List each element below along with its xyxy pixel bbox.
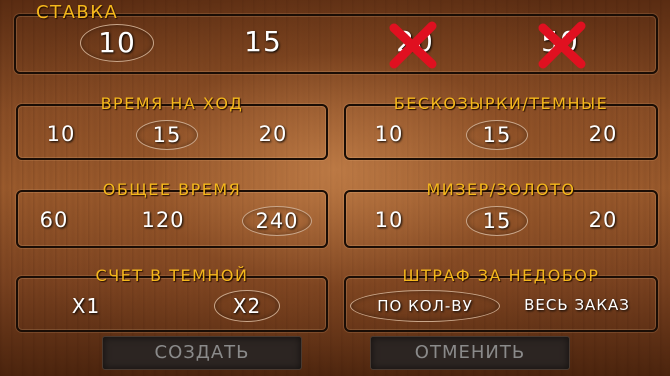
dark-score-option-x2[interactable]: X2 — [214, 290, 280, 322]
total-time-option-60[interactable]: 60 — [28, 206, 80, 234]
cancel-button[interactable]: ОТМЕНИТЬ — [370, 336, 570, 370]
total-time-option-240[interactable]: 240 — [242, 206, 312, 236]
disabled-cross-icon — [538, 21, 586, 69]
create-button[interactable]: СОЗДАТЬ — [102, 336, 302, 370]
move-time-title: ВРЕМЯ НА ХОД — [100, 94, 244, 113]
move-time-option-15[interactable]: 15 — [136, 120, 198, 150]
stake-title: СТАВКА — [36, 2, 119, 23]
dark-score-option-x1[interactable]: X1 — [58, 292, 114, 320]
misere-gold-option-20[interactable]: 20 — [578, 206, 628, 234]
total-time-title: ОБЩЕЕ ВРЕМЯ — [102, 180, 242, 199]
dark-score-title: СЧЕТ В ТЕМНОЙ — [95, 266, 249, 285]
move-time-option-10[interactable]: 10 — [36, 120, 86, 148]
misere-gold-option-15[interactable]: 15 — [466, 206, 528, 236]
no-trump-dark-option-20[interactable]: 20 — [578, 120, 628, 148]
move-time-option-20[interactable]: 20 — [248, 120, 298, 148]
no-trump-dark-title: БЕСКОЗЫРКИ/ТЕМНЫЕ — [393, 94, 609, 113]
penalty-option-by-count[interactable]: ПО КОЛ-ВУ — [350, 290, 500, 322]
stake-option-10[interactable]: 10 — [80, 24, 154, 62]
total-time-option-120[interactable]: 120 — [128, 206, 198, 234]
disabled-cross-icon — [389, 21, 437, 69]
misere-gold-title: МИЗЕР/ЗОЛОТО — [426, 180, 576, 199]
misere-gold-option-10[interactable]: 10 — [364, 206, 414, 234]
penalty-option-whole-bid[interactable]: ВЕСЬ ЗАКАЗ — [506, 290, 648, 320]
penalty-title: ШТРАФ ЗА НЕДОБОР — [402, 266, 600, 285]
no-trump-dark-option-10[interactable]: 10 — [364, 120, 414, 148]
no-trump-dark-option-15[interactable]: 15 — [466, 120, 528, 150]
stake-option-15[interactable]: 15 — [228, 24, 298, 60]
